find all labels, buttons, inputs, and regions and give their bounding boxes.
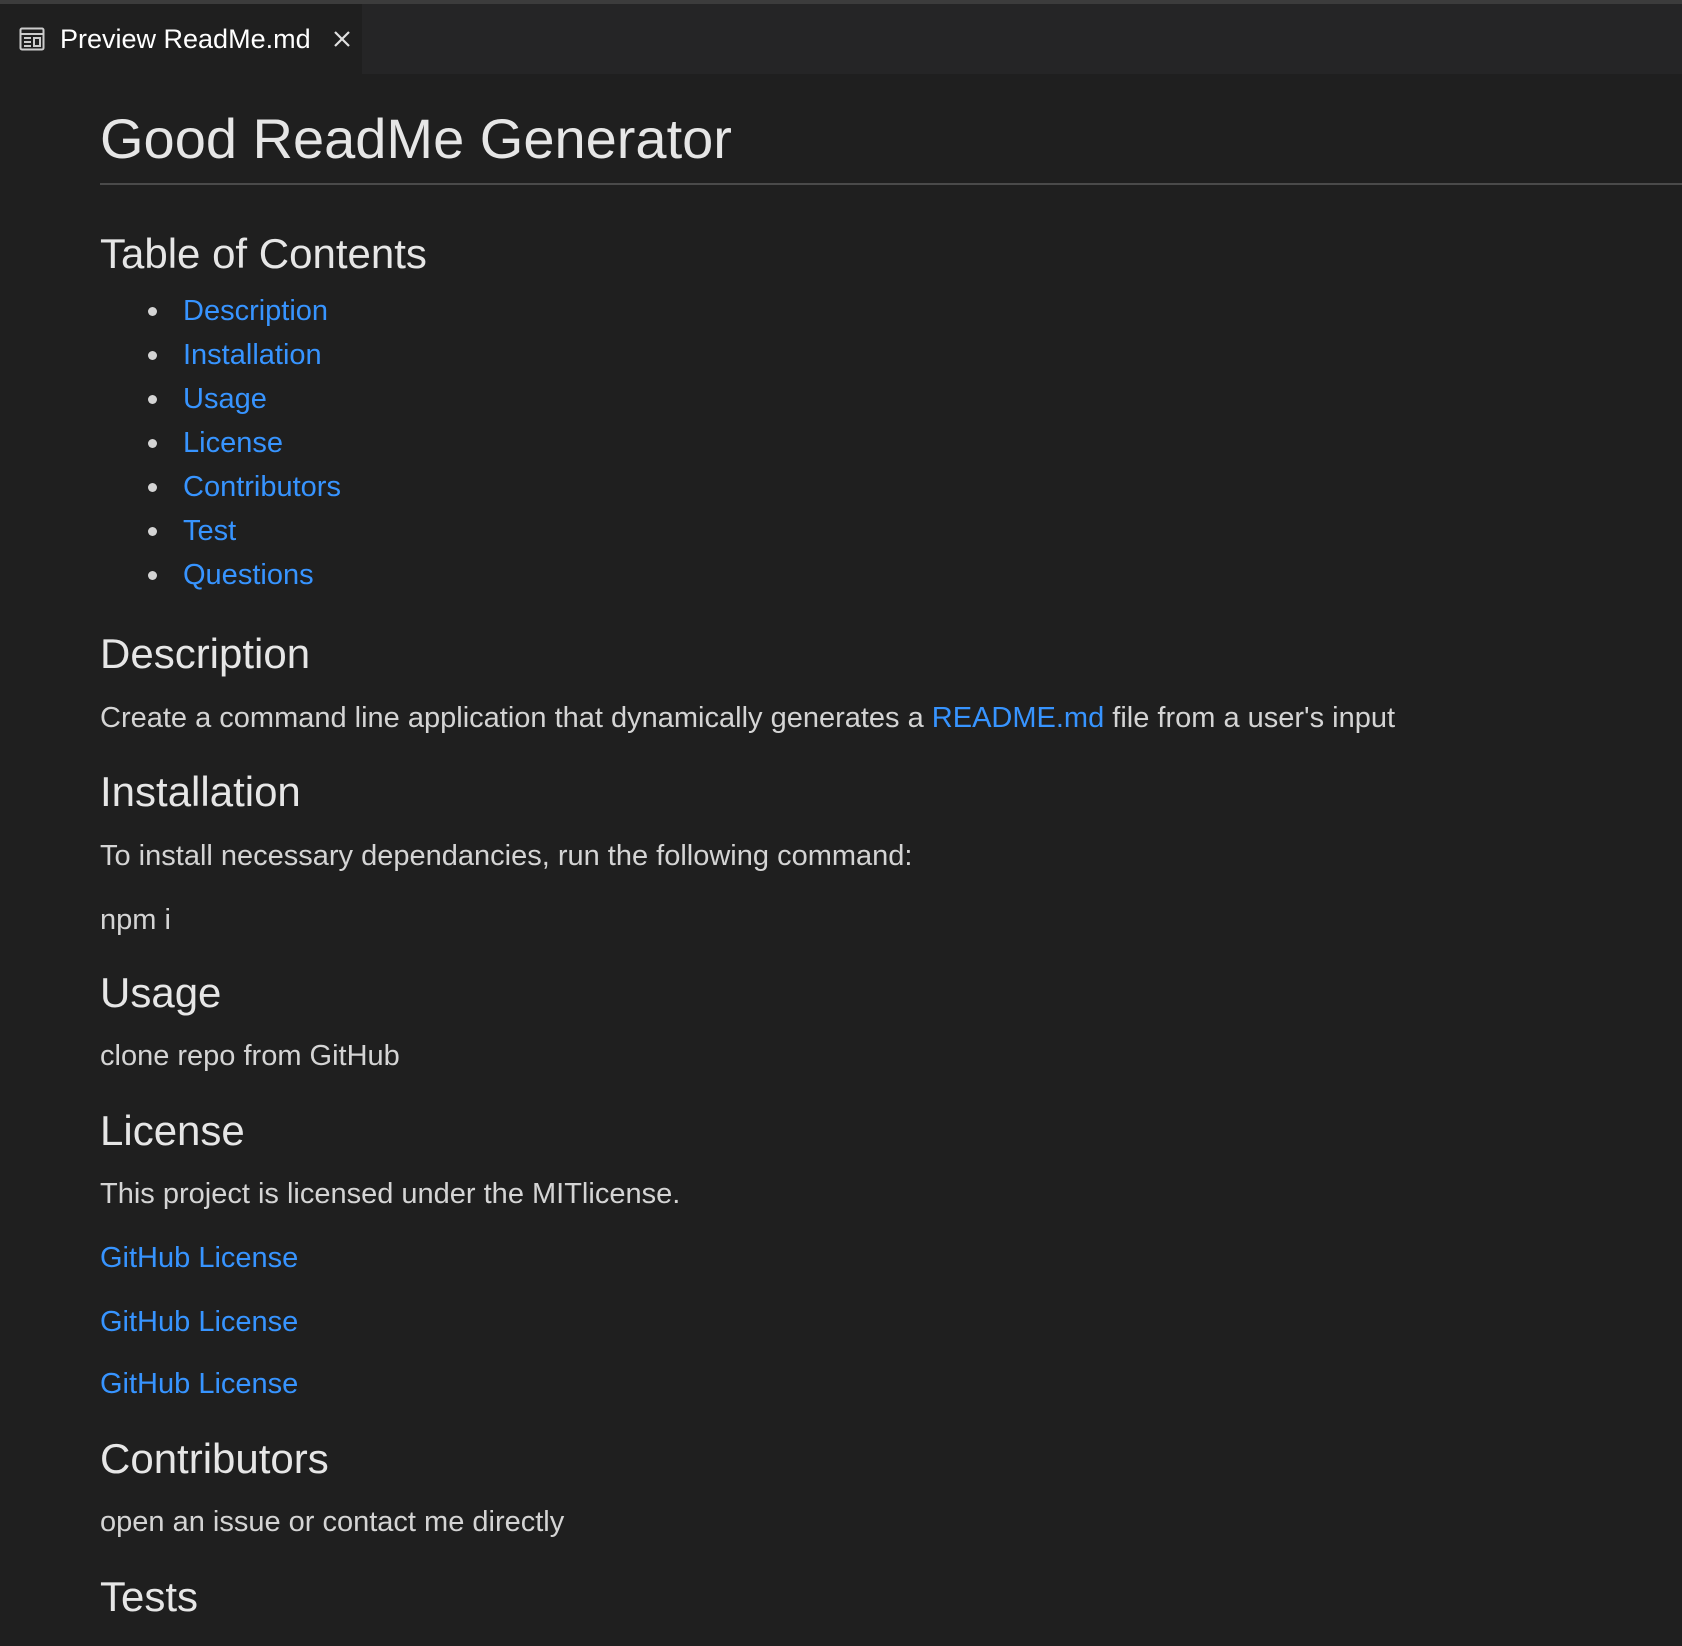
- page-title: Good ReadMe Generator: [100, 107, 732, 170]
- github-license-link-1[interactable]: GitHub License: [100, 1242, 298, 1274]
- contributors-text: open an issue or contact me directly: [100, 1506, 565, 1538]
- preview-icon: [18, 25, 46, 53]
- license-text: This project is licensed under the MITli…: [100, 1178, 681, 1210]
- toc-item: License: [100, 421, 341, 465]
- toc-item: Contributors: [100, 465, 341, 509]
- toc-item: Description: [100, 289, 341, 333]
- toc-link-questions[interactable]: Questions: [183, 559, 314, 592]
- contributors-heading: Contributors: [100, 1435, 329, 1482]
- bullet: [148, 526, 157, 536]
- bullet: [148, 350, 157, 360]
- description-text: Create a command line application that d…: [100, 702, 1395, 735]
- license-badge-link: GitHub License: [100, 1306, 298, 1339]
- toc-link-license[interactable]: License: [183, 427, 283, 460]
- tab-label: Preview ReadMe.md: [60, 23, 311, 54]
- license-heading: License: [100, 1107, 245, 1154]
- readme-link[interactable]: README.md: [932, 702, 1104, 734]
- description-text-before: Create a command line application that d…: [100, 702, 932, 734]
- close-icon[interactable]: [329, 26, 355, 52]
- toc-link-usage[interactable]: Usage: [183, 383, 267, 416]
- bullet: [148, 482, 157, 492]
- github-license-link-2[interactable]: GitHub License: [100, 1306, 298, 1338]
- toc-list: Description Installation Usage License C…: [100, 289, 341, 597]
- tests-heading: Tests: [100, 1573, 199, 1620]
- license-badge-link: GitHub License: [100, 1368, 298, 1401]
- toc-link-description[interactable]: Description: [183, 295, 328, 328]
- markdown-preview[interactable]: Good ReadMe Generator Table of Contents …: [0, 74, 1682, 1646]
- bullet: [148, 570, 157, 580]
- bullet: [148, 306, 157, 316]
- toc-link-test[interactable]: Test: [183, 515, 236, 548]
- license-badge-link: GitHub License: [100, 1242, 298, 1275]
- toc-item: Questions: [100, 553, 341, 597]
- installation-command: npm i: [100, 904, 171, 936]
- github-license-link-3[interactable]: GitHub License: [100, 1368, 298, 1400]
- toc-link-contributors[interactable]: Contributors: [183, 471, 341, 504]
- installation-text: To install necessary dependancies, run t…: [100, 840, 913, 872]
- bullet: [148, 438, 157, 448]
- tab-preview-readme[interactable]: Preview ReadMe.md: [0, 4, 362, 74]
- installation-heading: Installation: [100, 768, 301, 815]
- toc-item: Test: [100, 509, 341, 553]
- toc-item: Usage: [100, 377, 341, 421]
- tab-bar: Preview ReadMe.md: [0, 4, 1682, 74]
- description-heading: Description: [100, 630, 311, 677]
- toc-item: Installation: [100, 333, 341, 377]
- toc-heading: Table of Contents: [100, 230, 427, 277]
- usage-heading: Usage: [100, 969, 222, 1016]
- usage-text: clone repo from GitHub: [100, 1040, 400, 1072]
- toc-link-installation[interactable]: Installation: [183, 339, 322, 372]
- bullet: [148, 394, 157, 404]
- title-divider: [100, 183, 1682, 185]
- description-text-after: file from a user's input: [1104, 702, 1396, 734]
